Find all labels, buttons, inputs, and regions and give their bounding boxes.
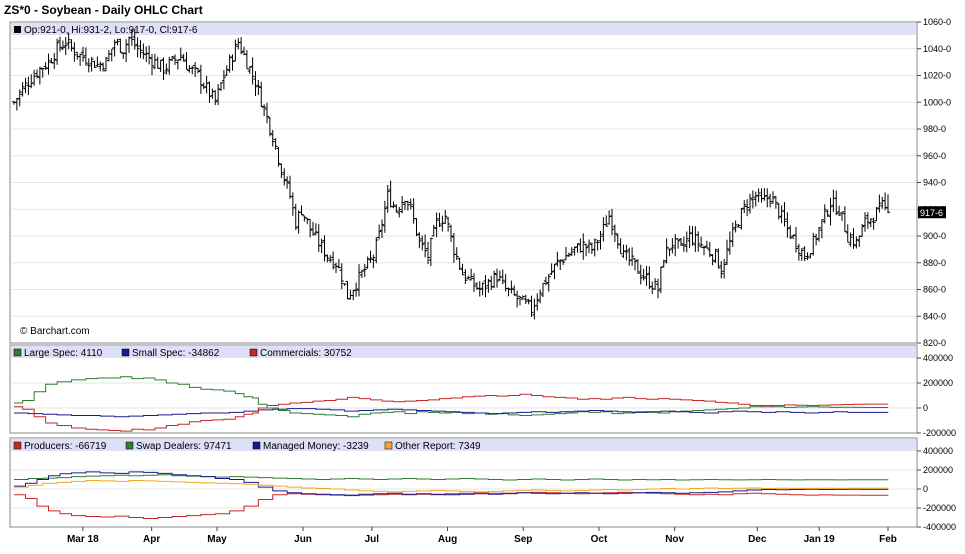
x-tick-label: Jan 19 xyxy=(804,534,836,545)
price-y-tick-label: 1060-0 xyxy=(923,17,951,27)
cot1-y-tick-label: -200000 xyxy=(923,428,956,438)
x-tick-label: Jul xyxy=(365,534,380,545)
price-y-tick-label: 1020-0 xyxy=(923,71,951,81)
cot1-legend-swatch xyxy=(121,348,130,357)
price-y-tick-label: 940-0 xyxy=(923,178,946,188)
cot1-y-tick-label: 400000 xyxy=(923,353,953,363)
cot2-y-tick-label: -200000 xyxy=(923,503,956,513)
x-tick-label: Oct xyxy=(591,534,608,545)
cot2-legend-label: Swap Dealers: 97471 xyxy=(136,441,232,452)
x-tick-label: Jun xyxy=(294,534,312,545)
price-y-tick-label: 960-0 xyxy=(923,151,946,161)
cot1-legend: Large Spec: 4110 Small Spec: -34862 Commer… xyxy=(13,348,352,359)
cot2-legend-swatch xyxy=(125,441,134,450)
x-tick-label: Aug xyxy=(438,534,457,545)
cot1-y-ticks: 400000 200000 0 -200000 xyxy=(917,353,956,438)
cot2-y-tick-label: 0 xyxy=(923,484,928,494)
cot1-legend-swatch xyxy=(249,348,258,357)
price-y-tick-label: 860-0 xyxy=(923,285,946,295)
cot1-legend-label: Small Spec: -34862 xyxy=(132,348,220,359)
cot1-y-tick-label: 0 xyxy=(923,403,928,413)
chart-svg: ZS*0 - Soybean - Daily OHLC Chart Op:921… xyxy=(4,3,956,545)
price-y-tick-label: 1040-0 xyxy=(923,44,951,54)
x-tick-label: Feb xyxy=(879,534,897,545)
cot1-legend-label: Large Spec: 4110 xyxy=(24,348,103,359)
cot1-y-tick-label: 200000 xyxy=(923,378,953,388)
cot2-legend-label: Managed Money: -3239 xyxy=(263,441,369,452)
x-tick-label: Sep xyxy=(514,534,532,545)
last-price-marker: 917-6 xyxy=(918,206,946,219)
watermark: © Barchart.com xyxy=(20,326,90,337)
x-tick-label: Apr xyxy=(143,534,160,545)
last-price-label: 917-6 xyxy=(920,208,943,218)
x-axis: Mar 18 Apr May Jun Jul Aug Sep Oct Nov Dec Jan 19 F… xyxy=(67,527,897,545)
cot1-legend-swatch xyxy=(13,348,22,357)
cot-panel-1: Large Spec: 4110 Small Spec: -34862 Commer… xyxy=(9,344,956,438)
price-y-tick-label: 880-0 xyxy=(923,258,946,268)
cot2-y-ticks: 400000 200000 0 -200000 -400000 xyxy=(917,446,956,532)
price-y-tick-label: 840-0 xyxy=(923,311,946,321)
cot2-y-tick-label: 200000 xyxy=(923,465,953,475)
price-y-tick-label: 1000-0 xyxy=(923,97,951,107)
price-panel: Op:921-0, Hi:931-2, Lo:917-0, Cl:917-6 ©… xyxy=(9,17,951,348)
price-y-tick-label: 900-0 xyxy=(923,231,946,241)
cot2-legend-swatch xyxy=(384,441,393,450)
price-header-swatch xyxy=(14,26,21,33)
cot2-legend-label: Producers: -66719 xyxy=(24,441,107,452)
x-tick-label: Dec xyxy=(748,534,767,545)
price-y-ticks: 1060-0 1040-0 1020-0 1000-0 980-0 960-0 940-0 9… xyxy=(917,17,951,348)
cot1-legend-label: Commercials: 30752 xyxy=(260,348,352,359)
x-tick-label: Mar 18 xyxy=(67,534,99,545)
price-y-tick-label: 820-0 xyxy=(923,338,946,348)
price-header-text: Op:921-0, Hi:931-2, Lo:917-0, Cl:917-6 xyxy=(24,25,198,36)
cot2-legend-swatch xyxy=(13,441,22,450)
cot2-y-tick-label: 400000 xyxy=(923,446,953,456)
chart-title: ZS*0 - Soybean - Daily OHLC Chart xyxy=(4,3,203,17)
x-tick-label: Nov xyxy=(665,534,684,545)
cot2-y-tick-label: -400000 xyxy=(923,522,956,532)
cot2-legend-swatch xyxy=(252,441,261,450)
price-y-tick-label: 980-0 xyxy=(923,124,946,134)
cot2-legend-label: Other Report: 7349 xyxy=(395,441,481,452)
x-tick-label: May xyxy=(207,534,227,545)
cot-panel-2: Producers: -66719 Swap Dealers: 97471 Mana… xyxy=(9,437,956,532)
